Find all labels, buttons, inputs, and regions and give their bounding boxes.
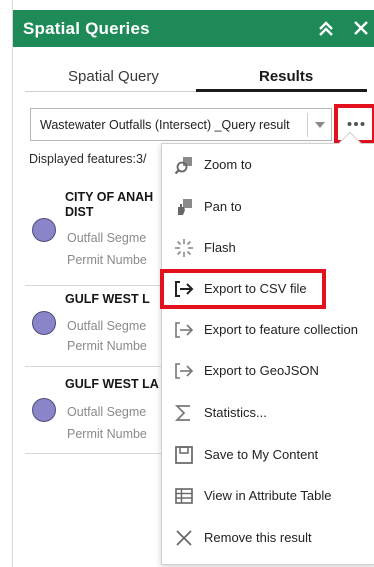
- close-icon[interactable]: [351, 18, 371, 38]
- menu-item-export-csv[interactable]: Export to CSV file: [160, 269, 326, 309]
- feature-symbol-icon: [32, 398, 56, 422]
- feature-field: Permit Numbe: [67, 253, 147, 267]
- export-icon: [175, 363, 194, 379]
- menu-item-label: Save to My Content: [204, 447, 319, 462]
- menu-item-pan-to[interactable]: Pan to: [162, 187, 374, 227]
- tab-underline: [25, 91, 196, 92]
- save-icon: [175, 446, 193, 464]
- feature-field: Permit Numbe: [67, 427, 147, 441]
- menu-item-label: Export to feature collection: [204, 322, 358, 337]
- result-select[interactable]: Wastewater Outfalls (Intersect) _Query r…: [30, 108, 332, 141]
- menu-item-label: Statistics...: [204, 405, 267, 420]
- menu-item-label: Export to GeoJSON: [204, 363, 319, 378]
- menu-item-label: Flash: [204, 240, 236, 255]
- menu-item-remove-result[interactable]: Remove this result: [162, 518, 374, 558]
- menu-item-view-attribute-table[interactable]: View in Attribute Table: [162, 476, 374, 516]
- menu-item-label: Remove this result: [204, 530, 312, 545]
- result-select-value: Wastewater Outfalls (Intersect) _Query r…: [40, 118, 290, 132]
- feature-name: GULF WEST LA: [65, 377, 159, 391]
- feature-name: CITY OF ANAH DIST: [65, 190, 165, 220]
- feature-field: Outfall Segme: [67, 231, 147, 245]
- feature-symbol-icon: [32, 311, 56, 335]
- result-options-menu: Zoom to Pan to Flash Export to CSV file …: [160, 131, 374, 565]
- menu-item-statistics[interactable]: Statistics...: [162, 393, 374, 433]
- feature-name-line: CITY OF ANAH: [65, 190, 154, 204]
- feature-name: GULF WEST L: [65, 292, 150, 306]
- feature-field: Permit Numbe: [67, 339, 147, 353]
- export-icon: [175, 322, 194, 338]
- export-icon: [175, 281, 194, 297]
- more-icon: [347, 122, 365, 126]
- spatial-queries-panel: Spatial Queries Spatial Query Results Wa…: [12, 0, 374, 567]
- panel-header: Spatial Queries: [13, 10, 374, 47]
- tab-underline-active: [196, 89, 367, 92]
- menu-item-label: Zoom to: [204, 157, 252, 172]
- zoom-to-icon: [174, 157, 192, 175]
- pan-to-icon: [178, 199, 192, 215]
- tab-spatial-query[interactable]: Spatial Query: [68, 68, 159, 85]
- menu-item-label: Export to CSV file: [204, 281, 307, 296]
- panel-title: Spatial Queries: [23, 19, 150, 38]
- collapse-icon[interactable]: [316, 19, 336, 39]
- menu-item-zoom-to[interactable]: Zoom to: [162, 145, 374, 185]
- menu-item-label: View in Attribute Table: [204, 488, 332, 503]
- sigma-icon: [174, 405, 190, 421]
- select-separator: [307, 113, 308, 137]
- feature-count: Displayed features:3/: [29, 152, 147, 166]
- chevron-down-icon[interactable]: [315, 122, 325, 128]
- feature-symbol-icon: [32, 218, 56, 242]
- table-icon: [175, 488, 193, 504]
- menu-item-flash[interactable]: Flash: [162, 228, 374, 268]
- tab-bar: Spatial Query Results: [13, 62, 374, 92]
- menu-item-export-geojson[interactable]: Export to GeoJSON: [162, 351, 374, 391]
- menu-item-export-feature-collection[interactable]: Export to feature collection: [162, 310, 374, 350]
- feature-field: Outfall Segme: [67, 405, 147, 419]
- menu-item-label: Pan to: [204, 199, 242, 214]
- feature-field: Outfall Segme: [67, 319, 147, 333]
- tab-results[interactable]: Results: [259, 68, 313, 85]
- close-icon: [176, 530, 192, 546]
- flash-icon: [175, 239, 193, 257]
- menu-item-save-to-my-content[interactable]: Save to My Content: [162, 435, 374, 475]
- feature-name-line: DIST: [65, 205, 94, 219]
